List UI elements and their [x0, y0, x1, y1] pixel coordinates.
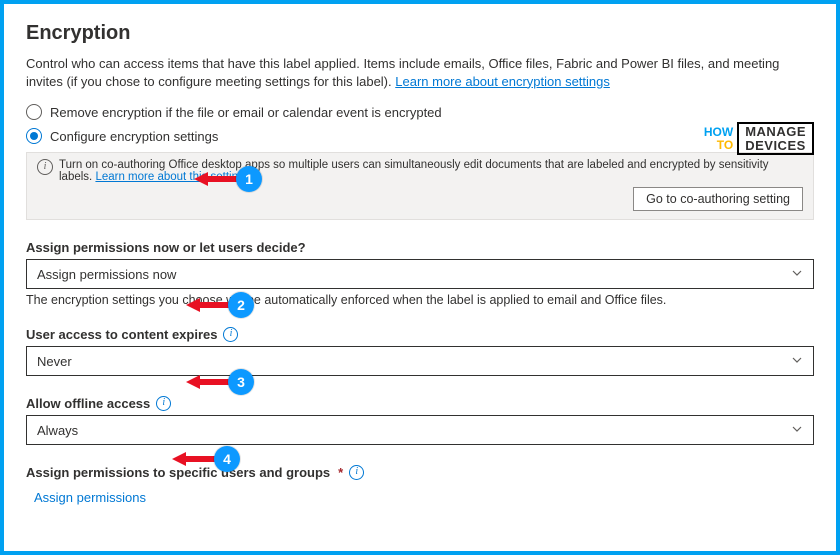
- info-icon[interactable]: i: [223, 327, 238, 342]
- required-asterisk: *: [338, 465, 343, 480]
- infobar-text: Turn on co-authoring Office desktop apps…: [59, 159, 803, 183]
- select-value: Never: [37, 354, 72, 369]
- chevron-down-icon: [791, 423, 803, 438]
- assign-permissions-link[interactable]: Assign permissions: [34, 490, 814, 505]
- go-to-coauthoring-button[interactable]: Go to co-authoring setting: [633, 187, 803, 211]
- coauthoring-info-bar: i Turn on co-authoring Office desktop ap…: [26, 152, 814, 220]
- assign-permissions-select[interactable]: Assign permissions now: [26, 259, 814, 289]
- assign-permissions-label: Assign permissions now or let users deci…: [26, 240, 814, 255]
- annotation-badge-1: 1: [236, 166, 262, 192]
- radio-icon: [26, 104, 42, 120]
- specific-users-label: Assign permissions to specific users and…: [26, 465, 330, 480]
- radio-remove-encryption[interactable]: Remove encryption if the file or email o…: [26, 104, 814, 120]
- chevron-down-icon: [791, 354, 803, 369]
- radio-icon: [26, 128, 42, 144]
- radio-configure-encryption[interactable]: Configure encryption settings: [26, 128, 814, 144]
- offline-label: Allow offline access: [26, 396, 150, 411]
- expires-select[interactable]: Never: [26, 346, 814, 376]
- chevron-down-icon: [791, 267, 803, 282]
- assign-permissions-helper: The encryption settings you choose will …: [26, 293, 814, 307]
- select-value: Assign permissions now: [37, 267, 176, 282]
- radio-label: Configure encryption settings: [50, 129, 218, 144]
- info-icon: i: [37, 159, 53, 175]
- annotation-badge-4: 4: [214, 446, 240, 472]
- intro-paragraph: Control who can access items that have t…: [26, 55, 806, 90]
- info-icon[interactable]: i: [156, 396, 171, 411]
- expires-label: User access to content expires: [26, 327, 217, 342]
- select-value: Always: [37, 423, 78, 438]
- page-title: Encryption: [26, 22, 814, 45]
- learn-more-coauthoring-link[interactable]: Learn more about this setting: [95, 171, 244, 183]
- info-icon[interactable]: i: [349, 465, 364, 480]
- annotation-badge-2: 2: [228, 292, 254, 318]
- radio-label: Remove encryption if the file or email o…: [50, 105, 442, 120]
- annotation-badge-3: 3: [228, 369, 254, 395]
- howto-manage-devices-logo: HOW TO MANAGE DEVICES: [704, 122, 814, 155]
- learn-more-encryption-link[interactable]: Learn more about encryption settings: [395, 74, 610, 89]
- offline-select[interactable]: Always: [26, 415, 814, 445]
